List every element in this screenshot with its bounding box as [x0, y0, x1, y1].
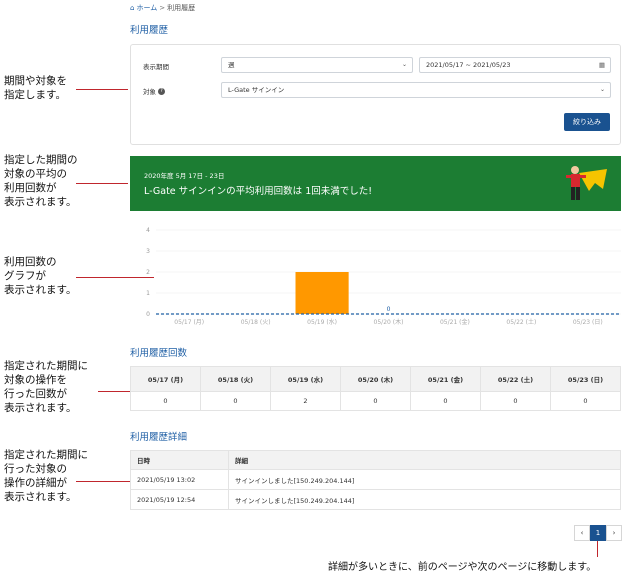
- count-cell: 0: [480, 391, 551, 411]
- superhero-illustration-icon: [566, 166, 607, 200]
- chart-x-tick-label: 05/20 (木): [374, 318, 404, 326]
- chart-bar: [295, 272, 349, 314]
- chart-average-label: 0: [387, 306, 391, 313]
- annotation-count-table: 指定された期間に 対象の操作を 行った回数が 表示されます。: [4, 360, 88, 414]
- chevron-down-icon: ⌄: [599, 86, 605, 93]
- count-cell: 0: [200, 391, 271, 411]
- period-select-value: 週: [228, 61, 235, 69]
- annotation-line-banner: [76, 183, 128, 184]
- count-header-cell: 05/19 (水): [270, 366, 341, 392]
- filter-submit-button[interactable]: 絞り込み: [564, 113, 610, 131]
- chart-y-tick-label: 1: [146, 290, 150, 297]
- page-1-button[interactable]: 1: [590, 525, 606, 541]
- detail-text-cell: サインインしました[150.249.204.144]: [228, 469, 621, 490]
- chart-y-tick-label: 0: [146, 311, 150, 318]
- banner-date: 2020年度 5月 17日 - 23日: [144, 172, 225, 180]
- table-row: 0 0 2 0 0 0 0: [130, 391, 621, 411]
- calendar-icon: ▦: [598, 61, 605, 69]
- annotation-banner: 指定した期間の 対象の平均の 利用回数が 表示されます。: [4, 154, 78, 208]
- annotation-detail-table: 指定された期間に 行った対象の 操作の詳細が 表示されます。: [4, 449, 88, 503]
- period-select[interactable]: 週 ⌄: [221, 57, 413, 73]
- date-range-input[interactable]: 2021/05/17 ~ 2021/05/23 ▦: [419, 57, 611, 73]
- filter-card: 表示期間 週 ⌄ 2021/05/17 ~ 2021/05/23 ▦ 対象 ? …: [130, 44, 621, 145]
- chart-x-tick-label: 05/18 (火): [241, 319, 271, 326]
- annotation-line-detail: [76, 481, 130, 482]
- date-range-value: 2021/05/17 ~ 2021/05/23: [426, 61, 511, 69]
- breadcrumb: ⌂ ホーム > 利用履歴: [130, 3, 195, 13]
- count-header-cell: 05/21 (金): [410, 366, 481, 392]
- annotation-pager: 詳細が多いときに、前のページや次のページに移動します。: [328, 562, 597, 573]
- count-header-cell: 05/17 (月): [130, 366, 201, 392]
- count-header-cell: 05/23 (日): [550, 366, 621, 392]
- detail-datetime-cell: 2021/05/19 13:02: [130, 469, 229, 490]
- detail-section-title: 利用履歴詳細: [130, 432, 188, 443]
- count-table: 05/17 (月) 05/18 (火) 05/19 (水) 05/20 (木) …: [130, 366, 621, 411]
- count-table-header-row: 05/17 (月) 05/18 (火) 05/19 (水) 05/20 (木) …: [130, 366, 621, 392]
- count-cell: 0: [340, 391, 411, 411]
- period-label: 表示期間: [143, 61, 169, 71]
- home-icon[interactable]: ⌂: [130, 4, 134, 12]
- breadcrumb-home[interactable]: ホーム: [136, 3, 157, 13]
- annotation-line-filter: [76, 89, 128, 90]
- usage-chart: 0 1 2 3 4 0 05/17 (月) 05/18 (火) 05/19 (水) 05/20 (…: [146, 227, 621, 326]
- detail-table: 日時 詳細 2021/05/19 13:02 サインインしました[150.249…: [130, 450, 621, 510]
- annotation-line-count: [98, 391, 130, 392]
- annotation-filter: 期間や対象を 指定します。: [4, 75, 67, 101]
- chevron-down-icon: ⌄: [401, 61, 407, 68]
- chart-y-tick-label: 2: [146, 269, 150, 276]
- page-title: 利用履歴: [130, 25, 169, 36]
- chart-x-tick-label: 05/22 (土): [506, 318, 536, 326]
- count-cell: 0: [130, 391, 201, 411]
- detail-text-cell: サインインしました[150.249.204.144]: [228, 489, 621, 510]
- chart-x-tick-label: 05/21 (金): [440, 318, 470, 326]
- chart-y-tick-label: 3: [146, 248, 150, 255]
- period-label-text: 表示期間: [143, 63, 169, 71]
- average-banner: 2020年度 5月 17日 - 23日 L-Gate サインインの平均利用回数は…: [130, 156, 621, 211]
- count-header-cell: 05/18 (火): [200, 366, 271, 392]
- banner-message: L-Gate サインインの平均利用回数は 1回未満でした!: [144, 186, 373, 197]
- detail-datetime-cell: 2021/05/19 12:54: [130, 489, 229, 510]
- next-page-button[interactable]: ›: [606, 525, 622, 541]
- chart-x-tick-label: 05/19 (水): [307, 318, 337, 326]
- detail-table-header-row: 日時 詳細: [130, 450, 621, 470]
- chart-y-tick-label: 4: [146, 227, 150, 234]
- annotation-chart: 利用回数の グラフが 表示されます。: [4, 256, 77, 296]
- pagination: ‹ 1 ›: [574, 525, 622, 541]
- count-cell: 2: [270, 391, 341, 411]
- chart-x-tick-label: 05/23 (日): [573, 319, 603, 326]
- count-cell: 0: [410, 391, 481, 411]
- prev-page-button[interactable]: ‹: [574, 525, 590, 541]
- table-row: 2021/05/19 12:54 サインインしました[150.249.204.1…: [130, 489, 621, 510]
- annotation-line-pager: [597, 541, 598, 557]
- count-header-cell: 05/22 (土): [480, 366, 551, 392]
- table-row: 2021/05/19 13:02 サインインしました[150.249.204.1…: [130, 469, 621, 490]
- detail-header-detail: 詳細: [228, 450, 621, 470]
- chart-x-tick-label: 05/17 (月): [174, 319, 204, 326]
- target-label: 対象 ?: [143, 86, 165, 96]
- count-section-title: 利用履歴回数: [130, 348, 188, 359]
- target-select-value: L-Gate サインイン: [228, 86, 285, 94]
- count-header-cell: 05/20 (木): [340, 366, 411, 392]
- help-icon[interactable]: ?: [158, 87, 165, 95]
- breadcrumb-current: 利用履歴: [167, 4, 196, 12]
- breadcrumb-separator: >: [159, 4, 166, 12]
- target-select[interactable]: L-Gate サインイン ⌄: [221, 82, 611, 98]
- target-label-text: 対象: [143, 88, 156, 96]
- count-cell: 0: [550, 391, 621, 411]
- detail-header-datetime: 日時: [130, 450, 229, 470]
